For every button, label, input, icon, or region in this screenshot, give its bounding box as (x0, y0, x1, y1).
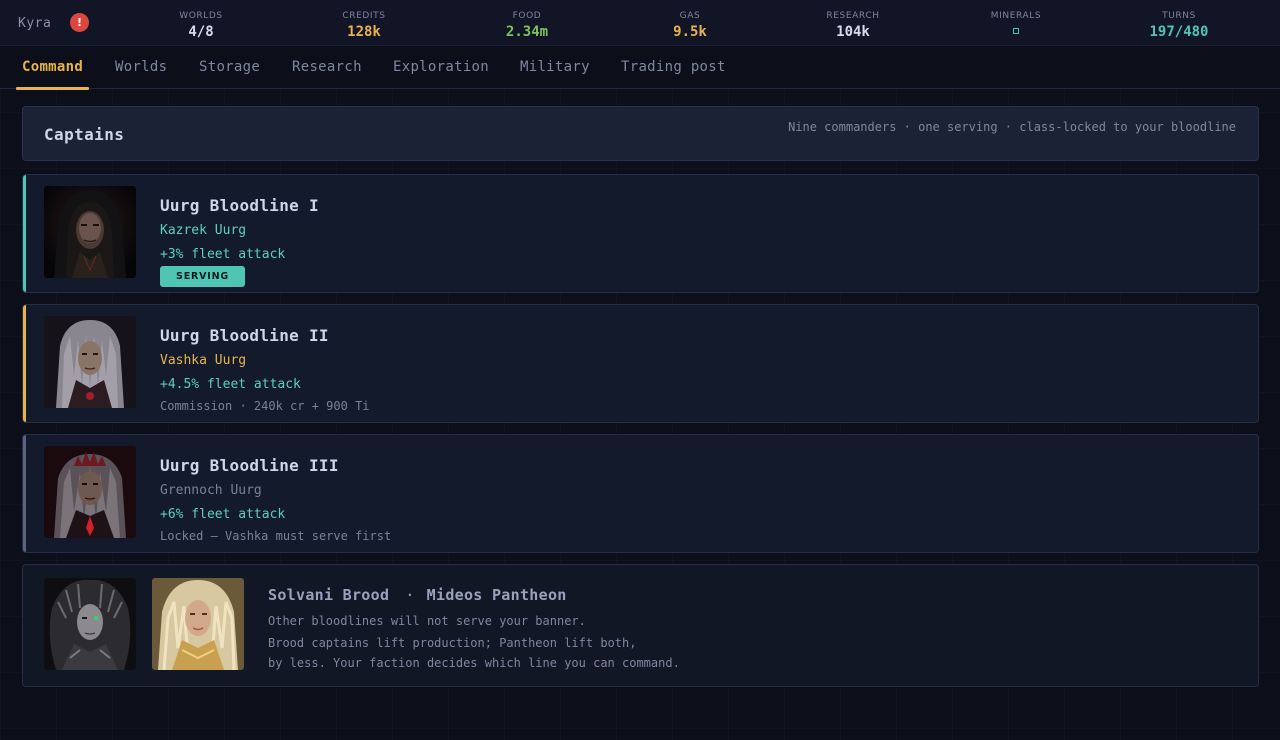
golden-goddess-portrait (152, 578, 244, 670)
stat-label: WORLDS (179, 11, 223, 21)
stat-value: 2.34m (505, 24, 549, 40)
captain-note: Locked — Vashka must serve first (160, 529, 392, 543)
captain-title: Uurg Bloodline II (160, 326, 329, 345)
stat-credits: CREDITS 128k (304, 10, 424, 42)
captain-card-kazrek[interactable]: Uurg Bloodline I Kazrek Uurg +3% fleet a… (22, 174, 1259, 293)
tab-research[interactable]: Research (292, 46, 362, 89)
faction-mideos: Mideos Pantheon (426, 586, 567, 604)
stat-value: 9.5k (673, 24, 707, 40)
captain-bonus: +3% fleet attack (160, 247, 286, 262)
captain-title: Uurg Bloodline I (160, 196, 319, 215)
captain-name: Kazrek Uurg (160, 223, 247, 238)
main-tabs: Command Worlds Storage Research Explorat… (0, 46, 1280, 90)
mineral-icon (1013, 28, 1019, 34)
factions-line: by less. Your faction decides which line… (268, 656, 680, 670)
stat-worlds: WORLDS 4/8 (141, 10, 261, 42)
crowned-dark-lord-portrait (44, 446, 136, 538)
stat-value: 128k (347, 24, 381, 40)
captain-card-grennoch[interactable]: Uurg Bloodline III Grennoch Uurg +6% fle… (22, 434, 1259, 553)
title-separator: · (405, 586, 415, 604)
stat-value: 4/8 (188, 24, 214, 40)
captains-header: Captains Nine commanders · one serving ·… (22, 106, 1259, 161)
stat-label: MINERALS (990, 11, 1042, 21)
player-name: Kyra (18, 16, 52, 31)
stat-research: RESEARCH 104k (793, 10, 913, 42)
stat-label: CREDITS (342, 11, 386, 21)
stat-label: FOOD (512, 11, 542, 21)
captain-card-vashka[interactable]: Uurg Bloodline II Vashka Uurg +4.5% flee… (22, 304, 1259, 423)
captain-bonus: +6% fleet attack (160, 507, 286, 522)
page-subtitle: Nine commanders · one serving · class-lo… (788, 120, 1236, 134)
tab-storage[interactable]: Storage (199, 46, 260, 89)
other-factions-card: Solvani Brood · Mideos Pantheon Other bloo… (22, 564, 1259, 687)
captain-title: Uurg Bloodline III (160, 456, 339, 475)
serving-badge: SERVING (160, 266, 245, 287)
status-stripe (23, 305, 26, 422)
factions-title: Solvani Brood · Mideos Pantheon (268, 586, 567, 604)
silver-haired-warrior-portrait (44, 316, 136, 408)
captain-name: Vashka Uurg (160, 353, 247, 368)
page-title: Captains (44, 125, 125, 144)
captain-bonus: +4.5% fleet attack (160, 377, 301, 392)
tab-trading-post[interactable]: Trading post (621, 46, 726, 89)
stat-value (956, 22, 1076, 42)
stat-label: TURNS (1162, 11, 1196, 21)
captain-note: Commission · 240k cr + 900 Ti (160, 399, 370, 413)
tab-military[interactable]: Military (520, 46, 590, 89)
tab-exploration[interactable]: Exploration (393, 46, 489, 89)
stat-label: GAS (679, 11, 701, 21)
captain-name: Grennoch Uurg (160, 483, 262, 498)
hooded-warlord-portrait (44, 186, 136, 278)
stat-label: RESEARCH (826, 11, 880, 21)
stat-food: FOOD 2.34m (467, 10, 587, 42)
resource-bar: Kyra ! WORLDS 4/8 CREDITS 128k FOOD 2.34… (0, 0, 1280, 46)
stat-value: 104k (836, 24, 870, 40)
factions-line: Other bloodlines will not serve your ban… (268, 614, 586, 628)
alert-icon[interactable]: ! (70, 13, 89, 32)
tab-worlds[interactable]: Worlds (115, 46, 167, 89)
stat-gas: GAS 9.5k (630, 10, 750, 42)
biomech-queen-portrait (44, 578, 136, 670)
status-stripe (23, 435, 26, 552)
faction-solvani: Solvani Brood (268, 586, 390, 604)
status-stripe (23, 175, 26, 292)
factions-line: Brood captains lift production; Pantheon… (268, 636, 637, 650)
stat-value: 197/480 (1149, 24, 1209, 40)
stat-turns: TURNS 197/480 (1119, 10, 1239, 42)
stat-minerals: MINERALS (956, 10, 1076, 42)
tab-command[interactable]: Command (15, 46, 90, 90)
